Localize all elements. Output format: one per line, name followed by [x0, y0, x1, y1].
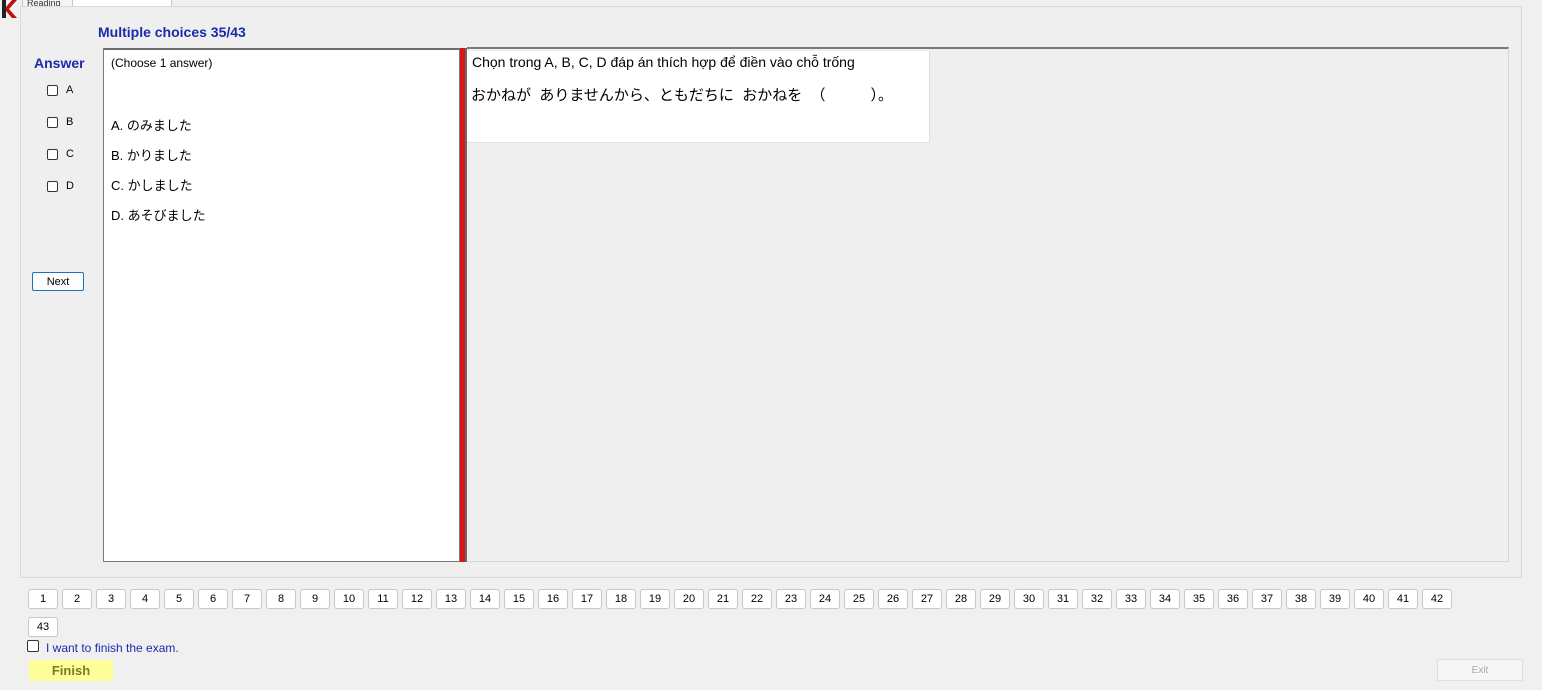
question-number-button[interactable]: 7 — [232, 589, 262, 609]
choice-c: C. かしました — [111, 178, 193, 193]
answer-heading: Answer — [34, 55, 85, 71]
answer-c-label: C — [66, 148, 74, 160]
question-number-button[interactable]: 20 — [674, 589, 704, 609]
question-number-button[interactable]: 19 — [640, 589, 670, 609]
question-number-button[interactable]: 30 — [1014, 589, 1044, 609]
question-number-button[interactable]: 4 — [130, 589, 160, 609]
choice-a: A. のみました — [111, 118, 192, 133]
question-number-button[interactable]: 17 — [572, 589, 602, 609]
question-number-button[interactable]: 14 — [470, 589, 500, 609]
question-number-button[interactable]: 39 — [1320, 589, 1350, 609]
question-number-button[interactable]: 27 — [912, 589, 942, 609]
answer-option-d[interactable]: D — [47, 178, 74, 194]
answer-a-label: A — [66, 84, 74, 96]
answer-d-label: D — [66, 180, 74, 192]
answer-option-b[interactable]: B — [47, 114, 73, 130]
answer-b-label: B — [66, 116, 74, 128]
question-number-button[interactable]: 15 — [504, 589, 534, 609]
question-number-button[interactable]: 25 — [844, 589, 874, 609]
answer-b-checkbox[interactable] — [47, 116, 58, 128]
question-number-button[interactable]: 42 — [1422, 589, 1452, 609]
question-number-button[interactable]: 40 — [1354, 589, 1384, 609]
finish-button[interactable]: Finish — [29, 660, 113, 681]
answer-c-checkbox[interactable] — [47, 148, 58, 160]
question-number-button[interactable]: 23 — [776, 589, 806, 609]
question-instruction: Chọn trong A, B, C, D đáp án thích hợp đ… — [472, 54, 855, 70]
choice-b: B. かりました — [111, 148, 192, 163]
question-number-button[interactable]: 35 — [1184, 589, 1214, 609]
question-number-button[interactable]: 36 — [1218, 589, 1248, 609]
finish-confirm-label: I want to finish the exam. — [46, 641, 179, 655]
answer-option-c[interactable]: C — [47, 146, 74, 162]
choices-panel: (Choose 1 answer) A. のみました B. かりました C. か… — [103, 48, 460, 562]
exit-button[interactable]: Exit — [1437, 659, 1523, 681]
finish-confirm-checkbox[interactable] — [27, 640, 39, 652]
answer-option-a[interactable]: A — [47, 82, 73, 98]
question-number-button[interactable]: 31 — [1048, 589, 1078, 609]
question-number-button[interactable]: 34 — [1150, 589, 1180, 609]
next-button[interactable]: Next — [32, 272, 84, 291]
question-number-button[interactable]: 8 — [266, 589, 296, 609]
answer-a-checkbox[interactable] — [47, 84, 58, 96]
answer-d-checkbox[interactable] — [47, 180, 58, 192]
choice-d: D. あそびました — [111, 208, 206, 223]
question-number-button[interactable]: 21 — [708, 589, 738, 609]
question-number-button[interactable]: 26 — [878, 589, 908, 609]
question-number-button[interactable]: 37 — [1252, 589, 1282, 609]
finish-confirm-row[interactable] — [27, 640, 39, 652]
question-sentence: おかねが ありませんから、ともだちに おかねを （ ）。 — [471, 87, 894, 104]
question-number-button[interactable]: 32 — [1082, 589, 1112, 609]
question-number-button[interactable]: 6 — [198, 589, 228, 609]
question-number-button[interactable]: 9 — [300, 589, 330, 609]
question-number-button[interactable]: 5 — [164, 589, 194, 609]
question-number-button[interactable]: 43 — [28, 617, 58, 637]
question-number-button[interactable]: 33 — [1116, 589, 1146, 609]
question-number-button[interactable]: 24 — [810, 589, 840, 609]
question-number-button[interactable]: 2 — [62, 589, 92, 609]
question-number-button[interactable]: 3 — [96, 589, 126, 609]
question-number-button[interactable]: 29 — [980, 589, 1010, 609]
question-number-button[interactable]: 10 — [334, 589, 364, 609]
question-number-button[interactable]: 16 — [538, 589, 568, 609]
question-number-button[interactable]: 12 — [402, 589, 432, 609]
question-number-button[interactable]: 41 — [1388, 589, 1418, 609]
question-number-button[interactable]: 1 — [28, 589, 58, 609]
question-number-button[interactable]: 22 — [742, 589, 772, 609]
app-logo-icon — [2, 0, 17, 18]
page-title: Multiple choices 35/43 — [98, 24, 246, 40]
panel-splitter[interactable] — [460, 48, 467, 562]
question-number-button[interactable]: 28 — [946, 589, 976, 609]
choose-note: (Choose 1 answer) — [111, 56, 213, 70]
question-box: Chọn trong A, B, C, D đáp án thích hợp đ… — [467, 51, 930, 143]
question-area: Chọn trong A, B, C, D đáp án thích hợp đ… — [467, 47, 1509, 562]
question-number-button[interactable]: 38 — [1286, 589, 1316, 609]
question-number-button[interactable]: 13 — [436, 589, 466, 609]
question-number-button[interactable]: 18 — [606, 589, 636, 609]
question-number-button[interactable]: 11 — [368, 589, 398, 609]
